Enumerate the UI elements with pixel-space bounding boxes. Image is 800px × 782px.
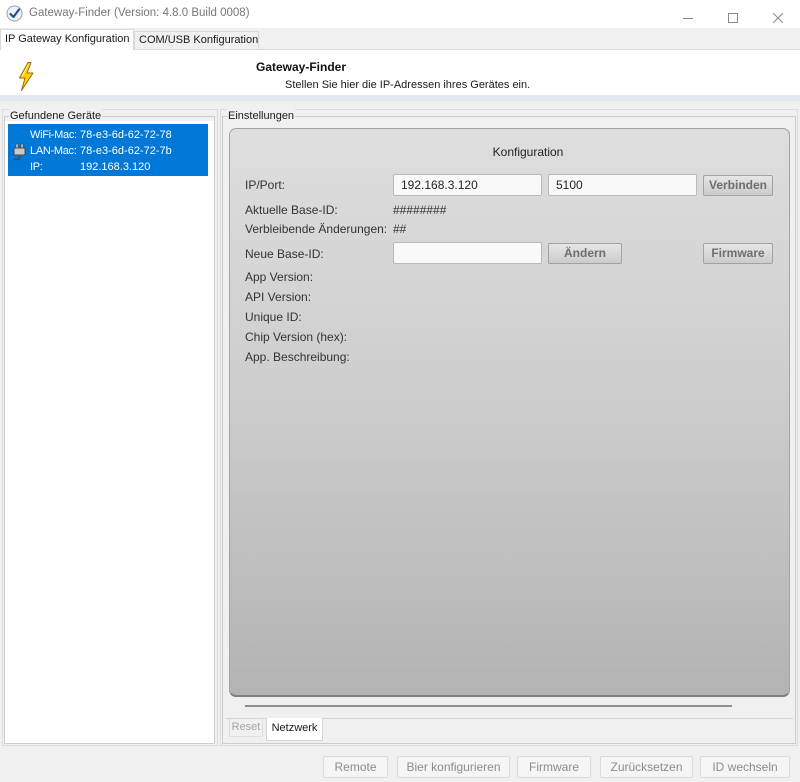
- header-title: Gateway-Finder: [256, 60, 347, 74]
- new-base-id-label: Neue Base-ID:: [245, 247, 324, 261]
- subtab-reset[interactable]: Reset: [229, 719, 263, 737]
- remaining-changes-label: Verbleibende Änderungen:: [245, 222, 388, 236]
- reset-button[interactable]: Zurücksetzen: [600, 756, 693, 778]
- wifi-mac-value: 78-e3-6d-62-72-78: [80, 129, 172, 141]
- new-base-id-input[interactable]: [393, 242, 542, 264]
- subtab-label: Reset: [231, 721, 261, 733]
- app-description-label: App. Beschreibung:: [245, 350, 350, 364]
- tab-label: IP Gateway Konfiguration: [5, 33, 130, 45]
- devices-group: Gefundene Geräte WiFi-Mac: 78-e3-6d-62-7…: [4, 109, 215, 744]
- device-list-item[interactable]: WiFi-Mac: 78-e3-6d-62-72-78 LAN-Mac: 78-…: [8, 124, 208, 176]
- lan-mac-label: LAN-Mac:: [30, 145, 77, 157]
- configure-button[interactable]: Bier konfigurieren: [397, 756, 510, 778]
- firmware-button[interactable]: Firmware: [703, 243, 773, 264]
- base-id-value: ########: [393, 203, 447, 217]
- minimize-icon: [682, 17, 693, 19]
- wifi-mac-label: WiFi-Mac:: [30, 129, 77, 141]
- minimize-button[interactable]: [665, 0, 710, 28]
- remote-button[interactable]: Remote: [323, 756, 388, 778]
- title-bar: Gateway-Finder (Version: 4.8.0 Build 000…: [0, 0, 800, 28]
- subtab-label: Netzwerk: [271, 722, 318, 734]
- lan-mac-value: 78-e3-6d-62-72-7b: [80, 145, 172, 157]
- chip-version-label: Chip Version (hex):: [245, 330, 348, 344]
- maximize-button[interactable]: [710, 0, 755, 28]
- remaining-changes-value: ##: [393, 222, 407, 236]
- settings-group: Einstellungen Konfiguration IP/Port: Ver…: [222, 109, 796, 744]
- change-id-button[interactable]: ID wechseln: [700, 756, 790, 778]
- subtab-netzwerk[interactable]: Netzwerk: [266, 718, 323, 741]
- lightning-icon: [18, 62, 34, 91]
- app-check-icon: [6, 5, 23, 22]
- ip-value: 192.168.3.120: [80, 161, 151, 173]
- gateway-finder-window: Gateway-Finder (Version: 4.8.0 Build 000…: [0, 0, 800, 782]
- unique-id-label: Unique ID:: [245, 310, 302, 324]
- configuration-title: Konfiguration: [492, 145, 564, 159]
- maximize-icon: [727, 12, 738, 23]
- port-input[interactable]: [548, 174, 697, 196]
- app-version-label: App Version:: [245, 270, 314, 284]
- api-version-label: API Version:: [245, 290, 312, 304]
- footer-firmware-button[interactable]: Firmware: [517, 756, 591, 778]
- header-band: [0, 95, 800, 101]
- tab-ip-gateway-konfiguration[interactable]: IP Gateway Konfiguration: [0, 29, 134, 50]
- connect-button[interactable]: Verbinden: [703, 175, 773, 196]
- window-title: Gateway-Finder (Version: 4.8.0 Build 000…: [29, 7, 250, 19]
- ip-address-input[interactable]: [393, 174, 542, 196]
- header-subtitle: Stellen Sie hier die IP-Adressen ihres G…: [285, 79, 531, 91]
- header-banner: Gateway-Finder Stellen Sie hier die IP-A…: [0, 50, 800, 101]
- network-plug-icon: [12, 143, 27, 161]
- settings-pane: Einstellungen Konfiguration IP/Port: Ver…: [220, 109, 798, 746]
- horizontal-scrollbar[interactable]: [245, 705, 732, 707]
- base-id-label: Aktuelle Base-ID:: [245, 203, 338, 217]
- close-button[interactable]: [755, 0, 800, 28]
- tab-com-usb-konfiguration[interactable]: COM/USB Konfiguration: [134, 31, 259, 49]
- device-list[interactable]: WiFi-Mac: 78-e3-6d-62-72-78 LAN-Mac: 78-…: [5, 121, 214, 743]
- change-base-id-button[interactable]: Ändern: [548, 243, 622, 264]
- tab-label: COM/USB Konfiguration: [139, 34, 259, 46]
- configuration-panel: Konfiguration IP/Port: Verbinden Aktuell…: [229, 128, 790, 697]
- ip-port-label: IP/Port:: [245, 178, 286, 192]
- devices-pane: Gefundene Geräte WiFi-Mac: 78-e3-6d-62-7…: [2, 109, 218, 746]
- ip-label: IP:: [30, 161, 43, 173]
- close-icon: [772, 12, 783, 23]
- settings-group-title: Einstellungen: [227, 109, 296, 123]
